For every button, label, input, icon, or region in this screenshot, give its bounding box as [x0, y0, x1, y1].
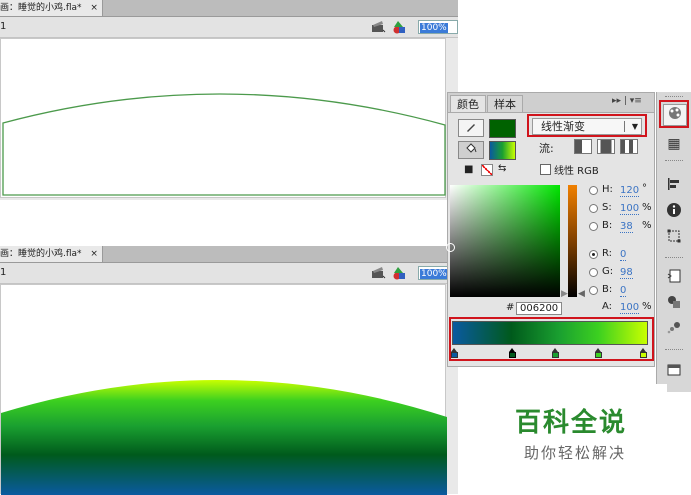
swatches-icon[interactable]: ▦ — [663, 134, 685, 154]
document-tab-bar: 画：睡觉的小鸡.fla* × — [0, 0, 458, 17]
r-value[interactable]: 0 — [620, 249, 627, 261]
dock-grip[interactable] — [665, 257, 683, 260]
dock-grip[interactable] — [665, 349, 683, 352]
edit-bar: 1 100% — [0, 263, 458, 284]
stage-canvas-2[interactable] — [0, 284, 447, 495]
h-unit: ° — [642, 183, 647, 194]
blue-radio[interactable] — [589, 286, 598, 295]
edit-scene-icon[interactable] — [370, 19, 386, 35]
s-radio[interactable] — [589, 204, 598, 213]
arc-outline-shape[interactable] — [1, 39, 447, 199]
document-tab[interactable]: 画：睡觉的小鸡.fla* × — [0, 0, 103, 16]
code-icon[interactable] — [663, 268, 685, 288]
r-radio[interactable] — [589, 250, 598, 259]
g-radio[interactable] — [589, 268, 598, 277]
close-tab-icon[interactable]: × — [90, 249, 98, 259]
r-label: R: — [602, 248, 613, 259]
info-icon[interactable] — [663, 202, 685, 222]
stroke-color-button[interactable] — [458, 119, 484, 137]
panel-tab-bar: 颜色 样本 ▸▸ | ▾≡ — [448, 93, 654, 113]
slider-arrow-icon[interactable]: ▶ — [561, 289, 568, 299]
flow-reflect-button[interactable] — [597, 139, 615, 154]
s-unit: % — [642, 202, 652, 213]
linear-rgb-checkbox[interactable] — [540, 164, 551, 175]
zoom-value: 100% — [420, 269, 448, 279]
b-value[interactable]: 38 — [620, 221, 633, 233]
pencil-icon — [467, 124, 475, 132]
paint-bucket-icon — [466, 143, 477, 153]
s-value[interactable]: 100 — [620, 203, 640, 215]
h-label: H: — [602, 184, 613, 195]
h-radio[interactable] — [589, 186, 598, 195]
highlight-color-panel-icon — [659, 100, 689, 128]
gradient-stop-4[interactable] — [595, 348, 602, 358]
document-tab-title: 画：睡觉的小鸡.fla* — [0, 249, 82, 259]
color-panel: 颜色 样本 ▸▸ | ▾≡ ■ ⇆ 线性渐变 ▼ 流: 线性 RGB ◀ ▶ H… — [446, 92, 655, 367]
flow-label: 流: — [539, 142, 554, 155]
gradient-stop-2[interactable] — [509, 348, 516, 358]
scene-label: 1 — [0, 267, 7, 278]
default-colors-icon[interactable]: ■ — [464, 164, 473, 175]
s-label: S: — [602, 202, 612, 213]
b-radio[interactable] — [589, 222, 598, 231]
document-window-1: 画：睡觉的小鸡.fla* × 1 100% — [0, 0, 458, 200]
flow-repeat-button[interactable] — [620, 139, 638, 154]
components-icon[interactable] — [663, 294, 685, 314]
edit-bar: 1 100% — [0, 17, 458, 38]
alpha-unit: % — [642, 301, 652, 312]
scene-label: 1 — [0, 21, 7, 32]
align-icon[interactable] — [663, 176, 685, 196]
dock-grip[interactable] — [665, 160, 683, 163]
gradient-stop-1[interactable] — [451, 348, 458, 358]
b-label: B: — [602, 220, 613, 231]
picker-crosshair[interactable] — [446, 243, 455, 252]
fill-color-swatch[interactable] — [489, 141, 516, 160]
alpha-value[interactable]: 100 — [620, 302, 640, 314]
highlight-fill-type — [527, 114, 647, 137]
alpha-label: A: — [602, 301, 613, 312]
gradient-stop-3[interactable] — [552, 348, 559, 358]
blue-label: B: — [602, 284, 613, 295]
linear-rgb-label: 线性 RGB — [554, 166, 599, 177]
fill-color-button[interactable] — [458, 141, 484, 159]
dock-grip[interactable] — [665, 96, 683, 99]
motion-icon[interactable] — [663, 320, 685, 340]
close-tab-icon[interactable]: × — [90, 3, 98, 13]
edit-scene-icon[interactable] — [370, 265, 386, 281]
transform-icon[interactable] — [663, 228, 685, 248]
gradient-stop-5[interactable] — [640, 348, 647, 358]
watermark-subtitle: 助你轻松解决 — [524, 444, 627, 462]
edit-symbols-icon[interactable] — [392, 265, 408, 281]
hex-prefix: # — [506, 302, 515, 313]
tab-color[interactable]: 颜色 — [450, 95, 486, 112]
panel-menu-icon[interactable]: ▸▸ | ▾≡ — [612, 96, 642, 106]
stage-canvas-1[interactable] — [0, 38, 446, 198]
zoom-field[interactable]: 100% — [418, 20, 458, 34]
gradient-filled-shape[interactable] — [1, 285, 447, 495]
saturation-brightness-picker[interactable] — [446, 185, 560, 297]
g-value[interactable]: 98 — [620, 267, 633, 279]
g-label: G: — [602, 266, 614, 277]
panel-dock: ▦ — [656, 92, 691, 392]
watermark-title: 百科全说 — [515, 408, 628, 438]
hex-input[interactable]: 006200 — [516, 302, 562, 315]
b-unit: % — [642, 220, 652, 231]
swap-colors-icon[interactable]: ⇆ — [498, 163, 506, 174]
document-tab-bar: 画：睡觉的小鸡.fla* × — [0, 246, 458, 263]
document-window-2: 画：睡觉的小鸡.fla* × 1 100% — [0, 246, 458, 495]
blue-value[interactable]: 0 — [620, 285, 627, 297]
document-tab-title: 画：睡觉的小鸡.fla* — [0, 3, 82, 13]
tab-swatches[interactable]: 样本 — [487, 95, 523, 112]
zoom-value: 100% — [420, 23, 448, 33]
no-color-icon[interactable] — [481, 164, 493, 176]
flow-extend-button[interactable] — [574, 139, 592, 154]
h-value[interactable]: 120 — [620, 185, 640, 197]
library-icon[interactable] — [663, 362, 685, 382]
stroke-color-swatch[interactable] — [489, 119, 516, 138]
watermark: 百科全说 助你轻松解决 — [493, 384, 667, 494]
document-tab[interactable]: 画：睡觉的小鸡.fla* × — [0, 246, 103, 262]
brightness-slider[interactable] — [568, 185, 577, 297]
edit-symbols-icon[interactable] — [392, 19, 408, 35]
slider-arrow-icon[interactable]: ◀ — [578, 289, 585, 299]
